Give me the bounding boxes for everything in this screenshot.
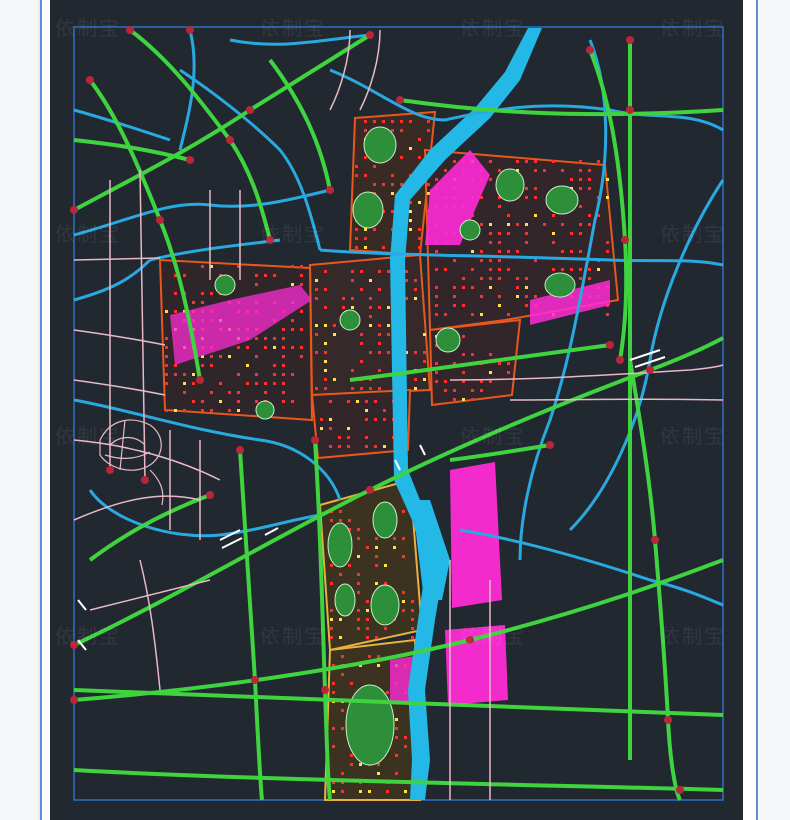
map-canvas[interactable]: 依制宝 依制宝 依制宝 依制宝 依制宝 依制宝 依制宝 依制宝 依制宝 依制宝 … [50, 0, 743, 820]
page-margin-left [0, 0, 38, 820]
page-margin-right [756, 0, 790, 820]
master-plan-map[interactable] [50, 0, 743, 820]
